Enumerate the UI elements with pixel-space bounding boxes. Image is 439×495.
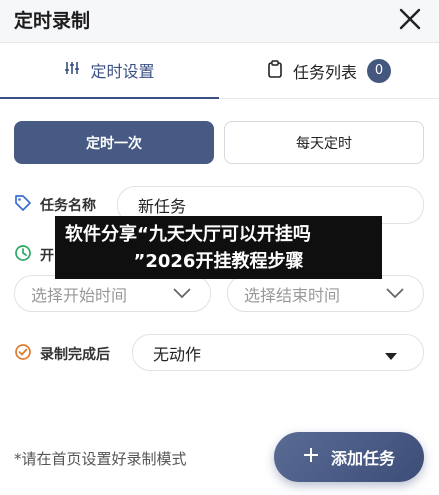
end-time-placeholder: 选择结束时间 [244,285,341,305]
footer-hint: *请在首页设置好录制模式 [14,450,187,468]
schedule-daily-button[interactable]: 每天定时 [224,121,424,164]
tab-label: 定时设置 [90,62,155,81]
tag-icon [14,194,40,216]
tab-bar: 定时设置 任务列表 0 [0,43,439,99]
after-record-select[interactable]: 无动作 [132,334,424,371]
window-title: 定时录制 [14,10,91,32]
check-circle-icon [14,343,40,365]
add-task-button[interactable]: 添加任务 [274,432,424,482]
add-task-label: 添加任务 [330,449,395,468]
close-icon[interactable] [395,4,425,34]
start-time-placeholder: 选择开始时间 [31,285,128,305]
chevron-down-icon [172,285,192,304]
tab-task-list[interactable]: 任务列表 0 [219,43,439,99]
time-label-text: 开 [40,248,54,264]
caret-down-icon [385,346,397,365]
task-count-badge: 0 [367,58,391,83]
clock-icon [14,244,40,266]
plus-icon [303,447,331,467]
header-bar: 定时录制 [0,0,439,43]
time-label: 开 [14,244,54,266]
clipboard-icon [267,59,293,82]
schedule-once-button[interactable]: 定时一次 [14,121,214,164]
tab-schedule-settings[interactable]: 定时设置 [0,43,219,99]
overlay-banner: 软件分享“九天大厅可以开挂吗 ”2026开挂教程步骤 [55,216,382,279]
task-name-label-text: 任务名称 [40,198,96,214]
sliders-icon [64,60,90,80]
after-record-label: 录制完成后 [14,343,110,365]
chevron-down-icon [385,285,405,304]
start-time-picker[interactable]: 选择开始时间 [14,275,211,312]
after-record-label-text: 录制完成后 [40,347,110,363]
task-name-value: 新任务 [138,197,187,216]
banner-line-2: ”2026开挂教程步骤 [133,250,304,272]
after-record-value: 无动作 [153,344,202,364]
task-name-label: 任务名称 [14,194,96,216]
end-time-picker[interactable]: 选择结束时间 [227,275,424,312]
tab-label: 任务列表 [292,62,357,82]
banner-line-1: 软件分享“九天大厅可以开挂吗 [65,223,311,245]
